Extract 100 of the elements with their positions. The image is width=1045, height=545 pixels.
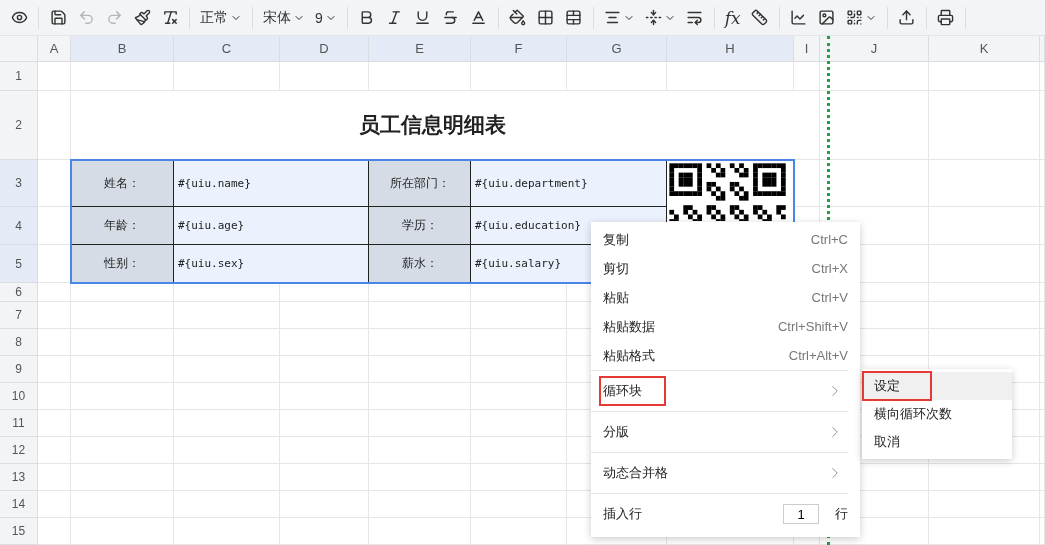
sheet-cell[interactable] [280, 518, 369, 545]
sheet-cell[interactable] [71, 356, 174, 383]
sheet-cell[interactable] [174, 329, 280, 356]
sheet-cell[interactable] [71, 383, 174, 410]
sheet-cell[interactable] [38, 518, 71, 545]
row-header[interactable]: 12 [0, 437, 38, 464]
sheet-cell[interactable] [369, 491, 471, 518]
sheet-cell[interactable] [280, 383, 369, 410]
sheet-cell[interactable] [794, 62, 820, 91]
row-header[interactable]: 14 [0, 491, 38, 518]
sheet-cell[interactable] [369, 302, 471, 329]
formula-button[interactable]: fx [720, 3, 745, 32]
sheet-cell[interactable] [280, 62, 369, 91]
row-header[interactable]: 4 [0, 207, 38, 245]
sheet-cell[interactable] [820, 62, 929, 91]
column-header[interactable]: C [174, 36, 280, 62]
column-header[interactable]: H [667, 36, 794, 62]
sheet-cell[interactable] [71, 410, 174, 437]
sheet-cell[interactable] [174, 410, 280, 437]
sheet-cell[interactable] [369, 356, 471, 383]
sheet-cell[interactable] [174, 356, 280, 383]
sheet-cell[interactable] [369, 383, 471, 410]
sheet-cell[interactable] [38, 383, 71, 410]
row-header[interactable]: 13 [0, 464, 38, 491]
sheet-cell[interactable] [794, 160, 820, 207]
menu-item[interactable]: 粘贴 Ctrl+V [591, 283, 860, 312]
sheet-cell[interactable] [280, 437, 369, 464]
sheet-cell[interactable] [174, 464, 280, 491]
sheet-cell[interactable] [280, 491, 369, 518]
row-header[interactable]: 2 [0, 91, 38, 160]
sheet-cell[interactable] [471, 62, 567, 91]
menu-item[interactable]: 分版 [591, 412, 860, 452]
menu-item[interactable]: 动态合并格 [591, 453, 860, 493]
font-dropdown[interactable]: 宋体 [259, 3, 309, 32]
column-header[interactable]: F [471, 36, 567, 62]
column-header[interactable]: J [820, 36, 929, 62]
sheet-cell[interactable] [794, 91, 820, 160]
row-header[interactable]: 5 [0, 245, 38, 283]
sheet-cell[interactable] [174, 437, 280, 464]
row-header[interactable]: 15 [0, 518, 38, 545]
sheet-cell[interactable] [471, 437, 567, 464]
sheet-cell[interactable] [1040, 410, 1045, 437]
sheet-cell[interactable] [38, 437, 71, 464]
sheet-cell[interactable] [174, 302, 280, 329]
sheet-cell[interactable] [38, 62, 71, 91]
row-header[interactable]: 10 [0, 383, 38, 410]
row-header[interactable]: 3 [0, 160, 38, 207]
sheet-cell[interactable] [38, 356, 71, 383]
sheet-cell[interactable] [280, 410, 369, 437]
row-count-field[interactable]: 1 [783, 504, 819, 524]
sheet-cell[interactable] [1040, 491, 1045, 518]
sheet-cell[interactable] [929, 464, 1040, 491]
sheet-cell[interactable] [471, 383, 567, 410]
sheet-cell[interactable] [929, 207, 1040, 245]
sheet-cell[interactable] [71, 302, 174, 329]
sheet-cell[interactable] [38, 302, 71, 329]
style-dropdown[interactable]: 正常 [196, 3, 246, 32]
insert-row-item[interactable]: 插入行 1 行 [591, 494, 860, 534]
menu-item[interactable]: 粘贴格式 Ctrl+Alt+V [591, 341, 860, 370]
sheet-cell[interactable] [369, 329, 471, 356]
row-header[interactable]: 9 [0, 356, 38, 383]
sheet-cell[interactable] [71, 437, 174, 464]
sheet-cell[interactable] [174, 62, 280, 91]
sheet-cell[interactable] [471, 491, 567, 518]
sheet-cell[interactable] [471, 329, 567, 356]
sheet-cell[interactable] [929, 160, 1040, 207]
sheet-cell[interactable] [71, 62, 174, 91]
sheet-cell[interactable] [174, 383, 280, 410]
sheet-cell[interactable] [929, 245, 1040, 283]
column-header[interactable]: D [280, 36, 369, 62]
submenu-item[interactable]: 横向循环次数 [862, 400, 1012, 428]
sheet-cell[interactable] [280, 356, 369, 383]
sheet-cell[interactable] [369, 437, 471, 464]
sheet-cell[interactable] [929, 329, 1040, 356]
sheet-cell[interactable] [1040, 437, 1045, 464]
sheet-cell[interactable] [471, 464, 567, 491]
font-size-dropdown[interactable]: 9 [311, 3, 341, 32]
sheet-cell[interactable] [71, 518, 174, 545]
sheet-cell[interactable] [280, 329, 369, 356]
sheet-cell[interactable] [369, 283, 471, 302]
sheet-cell[interactable] [1040, 302, 1045, 329]
sheet-cell[interactable] [174, 491, 280, 518]
sheet-cell[interactable] [667, 62, 794, 91]
sheet-cell[interactable] [174, 518, 280, 545]
sheet-cell[interactable] [71, 283, 174, 302]
sheet-cell[interactable] [280, 302, 369, 329]
sheet-cell[interactable] [1040, 245, 1045, 283]
row-header[interactable]: 1 [0, 62, 38, 91]
sheet-cell[interactable] [1040, 283, 1045, 302]
sheet-cell[interactable] [929, 302, 1040, 329]
sheet-cell[interactable] [1040, 464, 1045, 491]
sheet-cell[interactable] [38, 410, 71, 437]
sheet-cell[interactable] [280, 283, 369, 302]
sheet-cell[interactable] [1040, 62, 1045, 91]
column-header[interactable]: A [38, 36, 71, 62]
sheet-cell[interactable] [929, 283, 1040, 302]
sheet-cell[interactable] [38, 329, 71, 356]
sheet-cell[interactable] [369, 62, 471, 91]
sheet-cell[interactable] [369, 410, 471, 437]
row-header[interactable]: 6 [0, 283, 38, 302]
